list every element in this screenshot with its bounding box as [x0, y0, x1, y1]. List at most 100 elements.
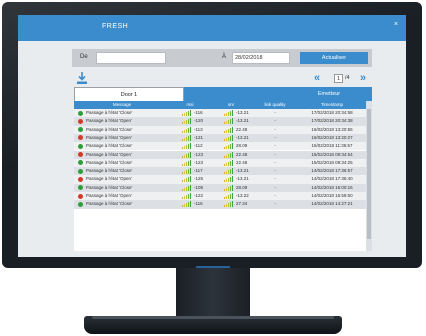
message-cell: Passage à l'état 'Open'	[86, 151, 132, 157]
scrollbar[interactable]	[366, 101, 372, 251]
last-page-icon[interactable]: »	[360, 73, 366, 84]
signal-bars-icon	[182, 176, 192, 183]
table-row[interactable]: Passage à l'état 'Open' -125 -13.21 - 14/02/…	[74, 175, 366, 184]
signal-bars-icon	[182, 143, 192, 150]
table-row[interactable]: Passage à l'état 'Close' -112 28.09 - 15/02/…	[74, 142, 366, 151]
app-window: FRESH × De À 28/02/2018 Actualiser « 1 /…	[18, 15, 406, 257]
download-icon[interactable]	[76, 71, 88, 85]
signal-bars-icon	[182, 159, 192, 166]
table-row[interactable]: Passage à l'état 'Open' -122 -13.22 - 14/02/…	[74, 192, 366, 201]
snr-value: -13.21	[236, 110, 249, 115]
link-quality-cell: -	[274, 151, 276, 157]
to-date-input[interactable]: 28/02/2018	[232, 52, 290, 64]
from-label: De	[80, 54, 88, 60]
first-page-icon[interactable]: «	[314, 73, 320, 84]
link-quality-cell: -	[274, 118, 276, 124]
link-quality-cell: -	[274, 184, 276, 190]
signal-bars-icon	[224, 201, 234, 208]
col-snr[interactable]: snr	[210, 101, 252, 109]
snr-value: 22.48	[236, 159, 248, 165]
update-button[interactable]: Actualiser	[300, 52, 368, 64]
events-table: Message rssi snr link quality Timestamp …	[74, 101, 372, 251]
tab-door-1[interactable]: Door 1	[74, 87, 184, 101]
col-link-quality[interactable]: link quality	[252, 101, 298, 109]
col-message[interactable]: Message	[74, 101, 170, 109]
message-cell: Passage à l'état 'Open'	[86, 134, 132, 140]
signal-bars-icon	[224, 134, 234, 141]
signal-bars-icon	[224, 193, 234, 199]
from-date-input[interactable]	[96, 52, 166, 64]
date-filter-bar: De À 28/02/2018 Actualiser	[72, 49, 372, 67]
table-row[interactable]: Passage à l'état 'Close' -117 -13.21 - 14/02…	[74, 167, 366, 176]
page-number-input[interactable]: 1	[334, 74, 343, 83]
snr-value: 22.48	[236, 151, 248, 157]
message-cell: Passage à l'état 'Close'	[86, 201, 133, 207]
tab-bar: Door 1 Emetteur	[74, 87, 372, 101]
message-cell: Passage à l'état 'Close'	[86, 184, 133, 190]
table-row[interactable]: Passage à l'état 'Open' -121 -13.21 - 16/02/…	[74, 133, 366, 143]
signal-bars-icon	[224, 126, 234, 133]
snr-value: -13.21	[236, 134, 249, 140]
rssi-value: -113	[194, 126, 203, 132]
check-circle-icon	[78, 160, 83, 166]
message-cell: Passage à l'état 'Close'	[86, 110, 133, 115]
message-cell: Passage à l'état 'Open'	[86, 176, 132, 182]
rssi-value: -117	[194, 168, 203, 174]
snr-value: 28.09	[236, 143, 248, 149]
table-row[interactable]: Passage à l'état 'Close' -113 22.48 - 16/02/…	[74, 125, 366, 134]
monitor-stand-neck	[176, 268, 250, 316]
snr-value: 28.09	[236, 184, 248, 190]
message-cell: Passage à l'état 'Close'	[86, 159, 133, 165]
signal-bars-icon	[224, 151, 234, 158]
snr-value: -13.21	[236, 168, 249, 174]
table-row[interactable]: Passage à l'état 'Open' -120 -13.21 - 17/02/…	[74, 117, 366, 126]
timestamp-cell: 14/02/2018 14:27:21	[311, 201, 353, 207]
col-timestamp[interactable]: Timestamp	[298, 101, 366, 109]
check-circle-icon	[78, 110, 83, 116]
message-cell: Passage à l'état 'Close'	[86, 168, 133, 174]
app-title: FRESH	[102, 23, 129, 30]
check-circle-icon	[78, 143, 83, 149]
timestamp-cell: 14/02/2018 15:59:50	[311, 193, 353, 198]
rssi-value: -116	[194, 110, 203, 115]
rssi-value: -112	[194, 143, 203, 149]
table-row[interactable]: Passage à l'état 'Close' -123 22.48 - 15/02/…	[74, 158, 366, 168]
link-quality-cell: -	[274, 168, 276, 174]
link-quality-cell: -	[274, 176, 276, 182]
table-row[interactable]: Passage à l'état 'Close' -109 28.09 - 14/02/…	[74, 183, 366, 192]
monitor-frame: FRESH × De À 28/02/2018 Actualiser « 1 /…	[2, 2, 422, 268]
timestamp-cell: 15/02/2018 09:34:54	[311, 151, 353, 157]
snr-value: -13.22	[236, 193, 249, 198]
link-quality-cell: -	[274, 159, 276, 165]
table-row[interactable]: Passage à l'état 'Open' -123 22.48 - 15/02/2…	[74, 150, 366, 159]
table-header: Message rssi snr link quality Timestamp	[74, 101, 366, 109]
snr-value: 22.48	[236, 126, 248, 132]
signal-bars-icon	[224, 184, 234, 191]
alert-circle-icon	[78, 152, 83, 158]
close-button[interactable]: ×	[394, 21, 398, 28]
signal-bars-icon	[182, 184, 192, 191]
scroll-thumb[interactable]	[367, 109, 371, 239]
link-quality-cell: -	[274, 143, 276, 149]
check-circle-icon	[78, 201, 83, 207]
to-label: À	[222, 54, 227, 60]
signal-bars-icon	[224, 176, 234, 183]
rssi-value: -123	[194, 151, 204, 157]
timestamp-cell: 15/02/2018 09:34:25	[311, 159, 353, 165]
message-cell: Passage à l'état 'Open'	[86, 118, 132, 124]
check-circle-icon	[78, 127, 83, 133]
rssi-value: -116	[194, 201, 203, 207]
link-quality-cell: -	[274, 193, 276, 198]
signal-bars-icon	[224, 118, 234, 125]
timestamp-cell: 15/02/2018 11:36:57	[311, 143, 353, 149]
alert-circle-icon	[78, 193, 83, 199]
col-rssi[interactable]: rssi	[170, 101, 210, 109]
table-row[interactable]: Passage à l'état 'Close' -116 -13.21 - 17/02…	[74, 109, 366, 118]
alert-circle-icon	[78, 176, 83, 182]
signal-bars-icon	[182, 201, 192, 208]
link-quality-cell: -	[274, 201, 276, 207]
message-cell: Passage à l'état 'Close'	[86, 126, 133, 132]
tab-emetteur[interactable]: Emetteur	[286, 87, 372, 101]
table-row[interactable]: Passage à l'état 'Close' -116 27.34 - 14/02/…	[74, 200, 366, 209]
signal-bars-icon	[224, 110, 234, 116]
